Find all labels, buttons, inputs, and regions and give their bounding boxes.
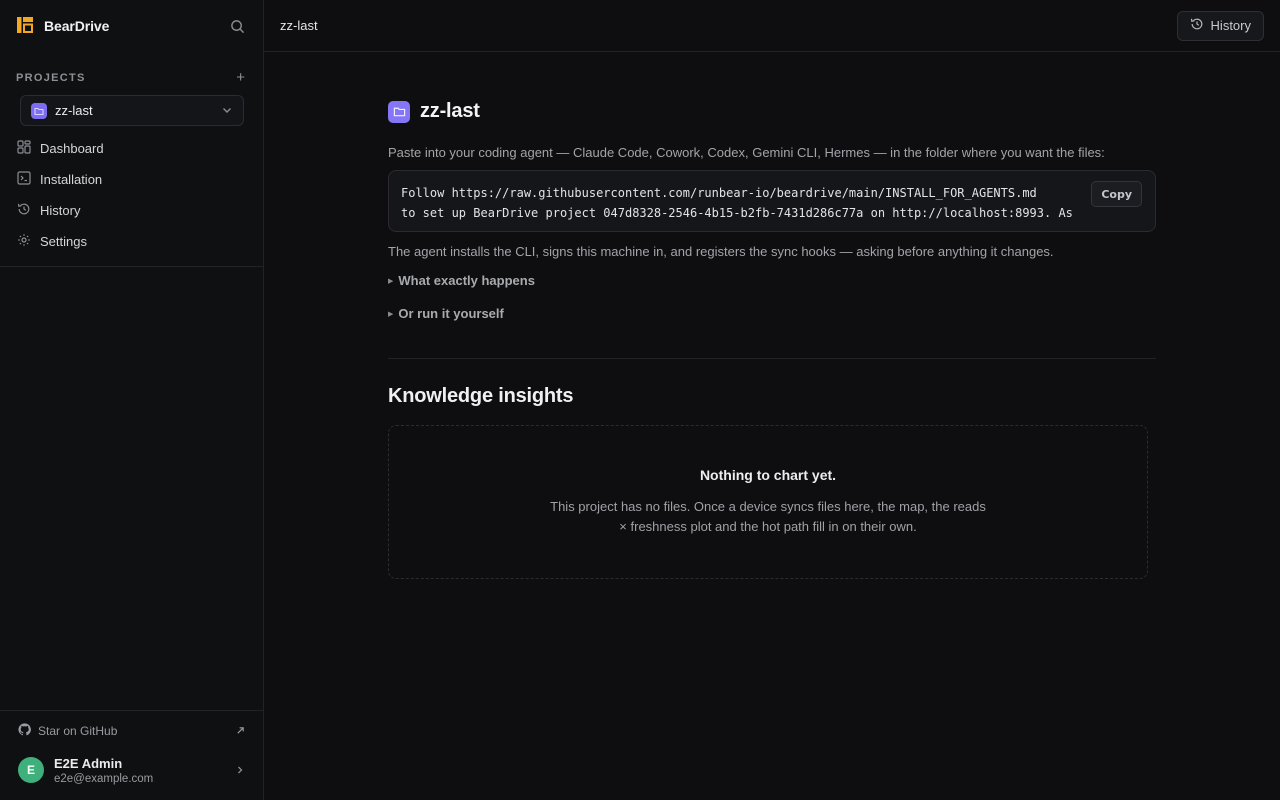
project-selector[interactable]: zz-last xyxy=(20,95,244,126)
user-menu[interactable]: E E2E Admin e2e@example.com xyxy=(0,751,263,789)
topbar: zz-last History xyxy=(264,0,1280,52)
gear-icon xyxy=(17,233,31,250)
page-title: zz-last xyxy=(420,100,480,122)
empty-state-text: This project has no files. Once a device… xyxy=(550,499,986,534)
dashboard-icon xyxy=(17,140,31,157)
github-icon xyxy=(18,723,31,739)
sidebar-item-history[interactable]: History xyxy=(0,195,263,226)
projects-header: PROJECTS + xyxy=(0,52,263,91)
external-link-icon xyxy=(236,724,245,738)
sidebar: BearDrive PROJECTS + zz-last Dashboard I… xyxy=(0,0,264,800)
user-name: E2E Admin xyxy=(54,755,123,771)
details-run-yourself[interactable]: ▶ Or run it yourself xyxy=(388,306,1156,321)
section-divider xyxy=(388,358,1156,359)
brand-bar: BearDrive xyxy=(0,0,263,52)
details-label: What exactly happens xyxy=(398,273,535,288)
details-what-happens[interactable]: ▶ What exactly happens xyxy=(388,273,1156,288)
details-label: Or run it yourself xyxy=(398,306,504,321)
breadcrumb: zz-last xyxy=(280,18,318,33)
search-icon[interactable] xyxy=(227,16,247,36)
install-snippet[interactable]: Follow https://raw.githubusercontent.com… xyxy=(388,170,1156,232)
brand-name: BearDrive xyxy=(44,18,110,34)
beardrive-logo-icon xyxy=(16,16,34,37)
user-email: e2e@example.com xyxy=(54,772,154,785)
sidebar-divider xyxy=(0,266,263,267)
chevron-down-icon xyxy=(221,103,233,119)
terminal-icon xyxy=(17,171,31,188)
user-info: E2E Admin e2e@example.com xyxy=(54,756,225,785)
project-selector-value: zz-last xyxy=(55,103,93,118)
chevron-right-icon xyxy=(235,762,245,778)
agent-note: The agent installs the CLI, signs this m… xyxy=(388,244,1054,259)
insights-title: Knowledge insights xyxy=(388,385,574,407)
sidebar-item-label: Dashboard xyxy=(40,141,104,156)
code-line: Follow https://raw.githubusercontent.com… xyxy=(401,186,1037,200)
empty-state-title: Nothing to chart yet. xyxy=(699,467,837,483)
sidebar-item-dashboard[interactable]: Dashboard xyxy=(0,133,263,164)
plus-icon[interactable]: + xyxy=(236,70,245,85)
history-icon xyxy=(17,202,31,219)
code-line: to set up BearDrive project 047d8328-254… xyxy=(401,206,1073,220)
github-link-content: Star on GitHub xyxy=(18,723,117,739)
history-button-label: History xyxy=(1210,18,1251,33)
github-link[interactable]: Star on GitHub xyxy=(0,711,263,751)
main-content: zz-last Paste into your coding agent — C… xyxy=(388,52,1156,579)
disclosure-triangle-icon: ▶ xyxy=(388,310,394,318)
projects-label: PROJECTS xyxy=(16,71,86,84)
sidebar-item-settings[interactable]: Settings xyxy=(0,226,263,257)
disclosure-triangle-icon: ▶ xyxy=(388,277,394,285)
page-title-row: zz-last xyxy=(388,100,1156,123)
brand[interactable]: BearDrive xyxy=(16,16,109,37)
history-icon xyxy=(1190,17,1204,34)
sidebar-item-label: Settings xyxy=(40,234,87,249)
sidebar-item-label: History xyxy=(40,203,81,218)
folder-icon xyxy=(388,100,410,123)
paste-instruction: Paste into your coding agent — Claude Co… xyxy=(388,145,1105,160)
sidebar-footer: Star on GitHub E E2E Admin e2e@example.c… xyxy=(0,710,263,800)
sidebar-item-label: Installation xyxy=(40,172,103,187)
history-button[interactable]: History xyxy=(1176,10,1264,41)
avatar: E xyxy=(18,757,44,783)
copy-button[interactable]: Copy xyxy=(1091,181,1142,207)
sidebar-item-installation[interactable]: Installation xyxy=(0,164,263,195)
sidebar-nav: Dashboard Installation History Settings xyxy=(0,126,263,257)
insights-empty-state: Nothing to chart yet. This project has n… xyxy=(388,425,1148,579)
folder-icon xyxy=(31,102,47,119)
github-label: Star on GitHub xyxy=(38,724,118,738)
